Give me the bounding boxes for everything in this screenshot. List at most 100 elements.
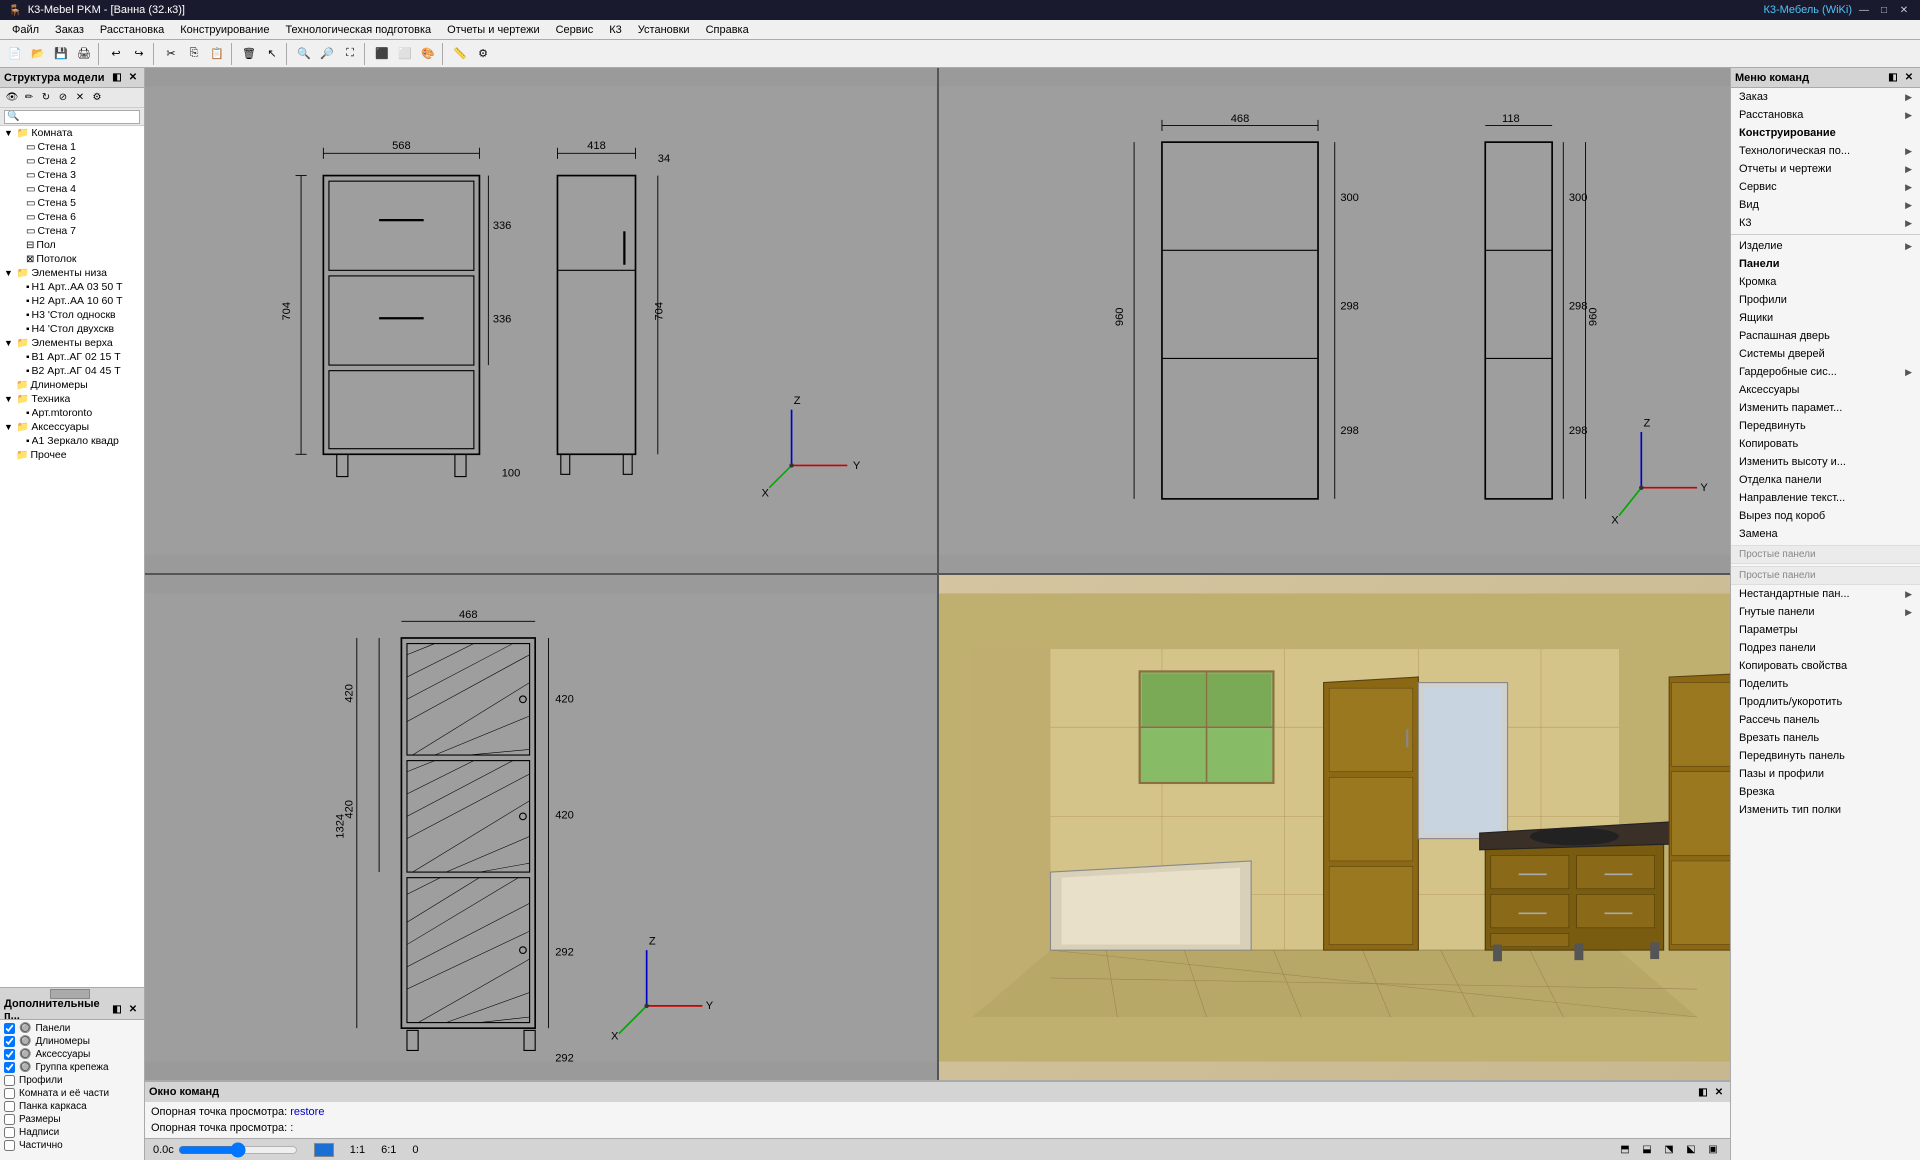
structure-search-input[interactable] [4, 110, 140, 124]
status-btn-2[interactable]: ⬓ [1638, 1141, 1656, 1159]
right-menu-item-1-3[interactable]: Профили [1731, 291, 1920, 309]
menu-item-сервис[interactable]: Сервис [548, 22, 602, 38]
menu-item-установки[interactable]: Установки [630, 22, 698, 38]
k3-wiki-link[interactable]: К3-Мебель (WiKi) [1763, 4, 1852, 16]
menu-item-технологическая-подготовка[interactable]: Технологическая подготовка [277, 22, 439, 38]
right-menu-item-2-5[interactable]: Поделить [1731, 675, 1920, 693]
structure-close-btn[interactable]: ✕ [126, 71, 140, 85]
right-menu-item-1-5[interactable]: Распашная дверь [1731, 327, 1920, 345]
st-settings[interactable]: ✕ [72, 90, 88, 106]
right-menu-item-1-10[interactable]: Передвинуть [1731, 417, 1920, 435]
right-menu-item-1-15[interactable]: Вырез под короб [1731, 507, 1920, 525]
additional-close-btn[interactable]: ✕ [126, 1003, 140, 1017]
tree-item-8[interactable]: ⊟Пол [0, 238, 144, 252]
right-menu-item-1-14[interactable]: Направление текст... [1731, 489, 1920, 507]
progress-slider[interactable] [178, 1144, 298, 1156]
tree-item-14[interactable]: ▪Н4 'Стол двухскв [0, 322, 144, 336]
right-menu-item-0-6[interactable]: Вид▶ [1731, 196, 1920, 214]
viewport-top-right[interactable]: 468 118 960 300 298 [939, 68, 1731, 573]
structure-resize-btn[interactable]: ◧ [110, 71, 124, 85]
right-menu-item-0-1[interactable]: Расстановка▶ [1731, 106, 1920, 124]
tb-copy[interactable]: ⎘ [183, 43, 205, 65]
right-menu-item-0-3[interactable]: Технологическая по...▶ [1731, 142, 1920, 160]
tb-measure[interactable]: 📏 [449, 43, 471, 65]
right-menu-item-0-2[interactable]: Конструирование [1731, 124, 1920, 142]
additional-resize-btn[interactable]: ◧ [110, 1003, 124, 1017]
right-menu-item-1-16[interactable]: Замена [1731, 525, 1920, 543]
menu-item-файл[interactable]: Файл [4, 22, 47, 38]
tree-item-9[interactable]: ⊠Потолок [0, 252, 144, 266]
minimize-button[interactable]: — [1856, 2, 1872, 18]
right-menu-item-2-7[interactable]: Рассечь панель [1731, 711, 1920, 729]
additional-checkbox-1[interactable] [4, 1036, 15, 1047]
tb-open[interactable]: 📂 [27, 43, 49, 65]
cmd-close-btn[interactable]: ✕ [1712, 1085, 1726, 1099]
menu-item-конструирование[interactable]: Конструирование [172, 22, 277, 38]
tb-cut[interactable]: ✂ [160, 43, 182, 65]
tb-save[interactable]: 💾 [50, 43, 72, 65]
tb-zoom-out[interactable]: 🔎 [316, 43, 338, 65]
tb-select[interactable]: ↖ [261, 43, 283, 65]
tree-item-16[interactable]: ▪В1 Арт..АГ 02 15 Т [0, 350, 144, 364]
menu-item-отчеты-и-чертежи[interactable]: Отчеты и чертежи [439, 22, 547, 38]
right-menu-item-1-1[interactable]: Панели [1731, 255, 1920, 273]
tree-item-5[interactable]: ▭Стена 5 [0, 196, 144, 210]
tb-paste[interactable]: 📋 [206, 43, 228, 65]
tb-fit[interactable]: ⛶ [339, 43, 361, 65]
right-menu-item-0-4[interactable]: Отчеты и чертежи▶ [1731, 160, 1920, 178]
tree-item-12[interactable]: ▪Н2 Арт..АА 10 60 Т [0, 294, 144, 308]
right-menu-item-2-10[interactable]: Пазы и профили [1731, 765, 1920, 783]
tree-item-3[interactable]: ▭Стена 3 [0, 168, 144, 182]
right-menu-item-1-8[interactable]: Аксессуары [1731, 381, 1920, 399]
right-menu-item-0-0[interactable]: Заказ▶ [1731, 88, 1920, 106]
right-menu-resize-btn[interactable]: ◧ [1886, 71, 1900, 85]
maximize-button[interactable]: □ [1876, 2, 1892, 18]
tree-item-7[interactable]: ▭Стена 7 [0, 224, 144, 238]
right-menu-item-2-0[interactable]: Нестандартные пан...▶ [1731, 585, 1920, 603]
right-menu-item-1-13[interactable]: Отделка панели [1731, 471, 1920, 489]
right-menu-item-1-0[interactable]: Изделие▶ [1731, 237, 1920, 255]
additional-checkbox-8[interactable] [4, 1127, 15, 1138]
right-menu-item-2-2[interactable]: Параметры [1731, 621, 1920, 639]
additional-checkbox-4[interactable] [4, 1075, 15, 1086]
tree-item-17[interactable]: ▪В2 Арт..АГ 04 45 Т [0, 364, 144, 378]
viewport-bottom-left[interactable]: 468 420 420 1324 420 420 [145, 575, 937, 1080]
tree-item-10[interactable]: ▼📁Элементы низа [0, 266, 144, 280]
menu-item-к3[interactable]: К3 [601, 22, 630, 38]
tb-render[interactable]: 🎨 [417, 43, 439, 65]
tree-item-2[interactable]: ▭Стена 2 [0, 154, 144, 168]
tree-item-15[interactable]: ▼📁Элементы верха [0, 336, 144, 350]
tree-item-19[interactable]: ▼📁Техника [0, 392, 144, 406]
viewport-bottom-right[interactable] [939, 575, 1731, 1080]
tree-item-0[interactable]: ▼📁Комната [0, 126, 144, 140]
tree-item-11[interactable]: ▪Н1 Арт..АА 03 50 Т [0, 280, 144, 294]
additional-checkbox-9[interactable] [4, 1140, 15, 1151]
menu-item-расстановка[interactable]: Расстановка [92, 22, 172, 38]
right-menu-item-2-8[interactable]: Врезать панель [1731, 729, 1920, 747]
tb-print[interactable]: 🖨 [73, 43, 95, 65]
tb-redo[interactable]: ↪ [128, 43, 150, 65]
right-menu-item-2-12[interactable]: Изменить тип полки [1731, 801, 1920, 819]
right-menu-item-2-1[interactable]: Гнутые панели▶ [1731, 603, 1920, 621]
right-menu-item-2-4[interactable]: Копировать свойства [1731, 657, 1920, 675]
right-menu-item-1-11[interactable]: Копировать [1731, 435, 1920, 453]
additional-checkbox-2[interactable] [4, 1049, 15, 1060]
additional-checkbox-7[interactable] [4, 1114, 15, 1125]
status-btn-1[interactable]: ⬒ [1616, 1141, 1634, 1159]
status-btn-4[interactable]: ⬕ [1682, 1141, 1700, 1159]
right-menu-item-1-7[interactable]: Гардеробные сис...▶ [1731, 363, 1920, 381]
cmd-resize-btn[interactable]: ◧ [1696, 1085, 1710, 1099]
tb-3d[interactable]: ⬛ [371, 43, 393, 65]
color-swatch[interactable] [314, 1143, 334, 1157]
st-config[interactable]: ⚙ [89, 90, 105, 106]
tree-item-18[interactable]: 📁Длиномеры [0, 378, 144, 392]
additional-checkbox-6[interactable] [4, 1101, 15, 1112]
tree-item-22[interactable]: ▪А1 Зеркало квадр [0, 434, 144, 448]
tree-item-20[interactable]: ▪Арт.mtoronto [0, 406, 144, 420]
st-visible[interactable]: 👁 [4, 90, 20, 106]
tree-item-1[interactable]: ▭Стена 1 [0, 140, 144, 154]
tb-delete[interactable]: 🗑 [238, 43, 260, 65]
tb-2d[interactable]: ⬜ [394, 43, 416, 65]
status-btn-3[interactable]: ⬔ [1660, 1141, 1678, 1159]
status-btn-5[interactable]: ▣ [1704, 1141, 1722, 1159]
